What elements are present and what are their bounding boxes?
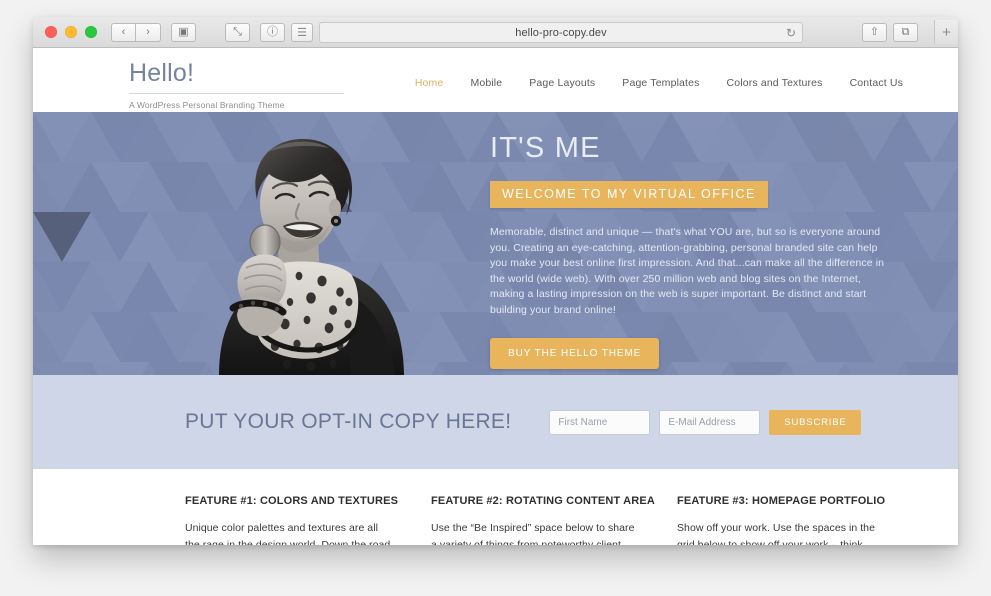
address-zone: ⤡ ⓘ ☰ hello-pro-copy.dev ↻ — [225, 22, 803, 43]
reader-view-icon[interactable]: ☰ — [291, 23, 313, 42]
hero-badge: WELCOME TO MY VIRTUAL OFFICE — [490, 181, 768, 208]
feature-title-3: FEATURE #3: HOMEPAGE PORTFOLIO — [677, 495, 886, 507]
primary-navigation: Home Mobile Page Layouts Page Templates … — [415, 58, 918, 89]
nav-item-home[interactable]: Home — [415, 77, 444, 89]
history-icon[interactable]: ⓘ — [260, 23, 285, 42]
zoom-window-button[interactable] — [85, 26, 97, 38]
forward-button[interactable]: › — [136, 22, 161, 42]
site-title: Hello! — [129, 60, 344, 95]
reload-icon[interactable]: ↻ — [786, 26, 796, 40]
feature-body-3: Show off your work. Use the spaces in th… — [677, 522, 875, 545]
web-page: Hello! A WordPress Personal Branding The… — [33, 48, 958, 545]
hero-portrait-photo — [183, 112, 433, 375]
nav-item-page-templates[interactable]: Page Templates — [622, 77, 699, 89]
minimize-window-button[interactable] — [65, 26, 77, 38]
nav-item-page-layouts[interactable]: Page Layouts — [529, 77, 595, 89]
toolbar-right-group: ⇧ ⧉ — [856, 22, 926, 42]
hero-copy: IT'S ME WELCOME TO MY VIRTUAL OFFICE Mem… — [490, 134, 910, 369]
optin-heading: PUT YOUR OPT-IN COPY HERE! — [185, 410, 512, 433]
sidebar-toggle-icon[interactable]: ▣ — [171, 22, 196, 42]
feature-column-1: FEATURE #1: COLORS AND TEXTURES Unique c… — [185, 495, 431, 545]
nav-item-mobile[interactable]: Mobile — [470, 77, 502, 89]
tabs-overview-icon[interactable]: ⤡ — [225, 23, 250, 42]
first-name-input[interactable] — [549, 409, 651, 435]
feature-body-2: Use the “Be Inspired” space below to sha… — [431, 522, 635, 545]
feature-title-2: FEATURE #2: ROTATING CONTENT AREA — [431, 495, 655, 507]
nav-item-colors-textures[interactable]: Colors and Textures — [727, 77, 823, 89]
feature-column-2: FEATURE #2: ROTATING CONTENT AREA Use th… — [431, 495, 677, 545]
navigation-buttons: ‹ › — [111, 22, 161, 42]
hero-heading: IT'S ME — [490, 132, 601, 164]
features-section: FEATURE #1: COLORS AND TEXTURES Unique c… — [33, 469, 958, 545]
window-controls — [33, 26, 97, 38]
share-icon[interactable]: ⇧ — [862, 22, 887, 42]
site-header: Hello! A WordPress Personal Branding The… — [33, 48, 958, 112]
close-window-button[interactable] — [45, 26, 57, 38]
address-bar[interactable]: hello-pro-copy.dev ↻ — [319, 22, 803, 43]
subscribe-button[interactable]: SUBSCRIBE — [769, 409, 862, 435]
browser-window: ‹ › ▣ ⤡ ⓘ ☰ hello-pro-copy.dev ↻ ⇧ ⧉ + H… — [33, 17, 958, 545]
show-tabs-icon[interactable]: ⧉ — [893, 22, 918, 42]
feature-title-1: FEATURE #1: COLORS AND TEXTURES — [185, 495, 399, 507]
site-branding[interactable]: Hello! A WordPress Personal Branding The… — [129, 58, 344, 110]
hero-section: IT'S ME WELCOME TO MY VIRTUAL OFFICE Mem… — [33, 112, 958, 375]
url-text: hello-pro-copy.dev — [515, 26, 607, 39]
buy-theme-button[interactable]: BUY THE HELLO THEME — [490, 338, 660, 369]
optin-section: PUT YOUR OPT-IN COPY HERE! SUBSCRIBE — [33, 375, 958, 469]
nav-item-contact-us[interactable]: Contact Us — [850, 77, 903, 89]
site-tagline: A WordPress Personal Branding Theme — [129, 100, 285, 111]
back-button[interactable]: ‹ — [111, 22, 136, 42]
hero-paragraph: Memorable, distinct and unique — that's … — [490, 226, 885, 316]
new-tab-button[interactable]: + — [934, 20, 958, 44]
feature-column-3: FEATURE #3: HOMEPAGE PORTFOLIO Show off … — [677, 495, 921, 545]
browser-toolbar: ‹ › ▣ ⤡ ⓘ ☰ hello-pro-copy.dev ↻ ⇧ ⧉ + — [33, 17, 958, 48]
feature-body-1: Unique color palettes and textures are a… — [185, 522, 391, 545]
optin-form: SUBSCRIBE — [549, 409, 862, 435]
email-input[interactable] — [659, 409, 761, 435]
